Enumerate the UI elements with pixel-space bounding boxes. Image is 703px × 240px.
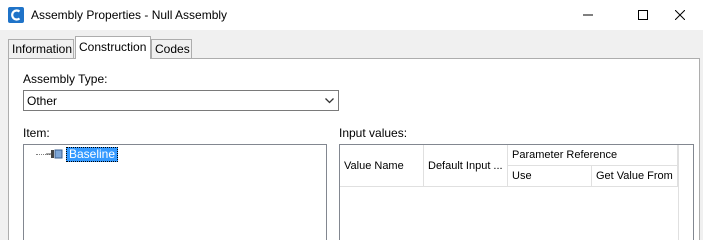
construction-panel: Assembly Type: Other Item: Baseline Inpu… bbox=[8, 58, 700, 240]
assembly-type-value: Other bbox=[27, 94, 58, 108]
title-bar[interactable]: Assembly Properties - Null Assembly bbox=[0, 0, 703, 30]
maximize-icon bbox=[638, 10, 648, 20]
assembly-type-label: Assembly Type: bbox=[23, 72, 108, 86]
civil3d-app-icon bbox=[8, 7, 24, 23]
minimize-icon bbox=[583, 14, 593, 16]
column-header-value-name[interactable]: Value Name bbox=[340, 145, 424, 187]
chevron-down-icon bbox=[325, 98, 334, 104]
assembly-type-select[interactable]: Other bbox=[23, 90, 339, 111]
column-header-get-value-from[interactable]: Get Value From bbox=[592, 166, 678, 187]
tab-construction[interactable]: Construction bbox=[75, 36, 151, 59]
dialog-body: Information Construction Codes Assembly … bbox=[0, 30, 703, 240]
input-values-label: Input values: bbox=[339, 126, 408, 140]
column-header-parameter-reference: Parameter Reference bbox=[508, 145, 678, 166]
close-button[interactable] bbox=[657, 0, 703, 30]
baseline-icon bbox=[46, 149, 63, 159]
input-values-grid[interactable]: Value Name Default Input ... Parameter R… bbox=[339, 144, 694, 240]
item-tree[interactable]: Baseline bbox=[23, 144, 327, 240]
window-title: Assembly Properties - Null Assembly bbox=[31, 8, 228, 22]
minimize-button[interactable] bbox=[565, 0, 611, 30]
column-header-default-input[interactable]: Default Input ... bbox=[424, 145, 508, 187]
close-icon bbox=[675, 10, 685, 20]
tab-information[interactable]: Information bbox=[8, 39, 74, 59]
item-label: Item: bbox=[23, 126, 50, 140]
column-header-use[interactable]: Use bbox=[508, 166, 592, 187]
tab-codes[interactable]: Codes bbox=[151, 39, 192, 59]
tree-item-baseline[interactable]: Baseline bbox=[66, 147, 119, 162]
grid-divider bbox=[678, 145, 679, 240]
